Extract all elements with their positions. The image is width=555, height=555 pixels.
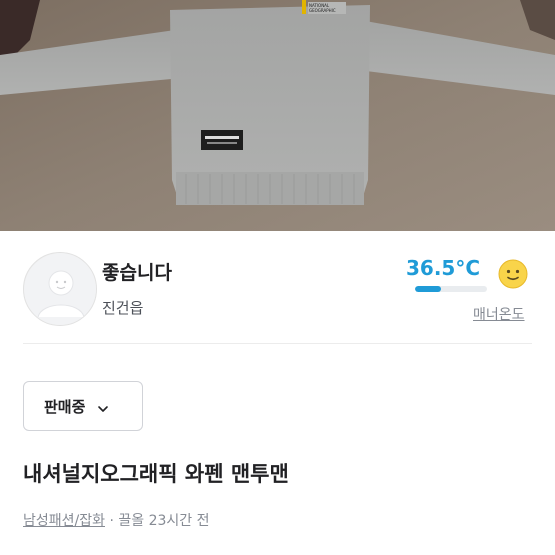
manner-temperature-fill [415, 286, 442, 292]
seller-avatar[interactable] [23, 252, 97, 326]
manner-temperature-bar [415, 286, 487, 292]
meta-separator: · [105, 513, 119, 529]
manner-temperature: 36.5°C [406, 256, 481, 280]
manner-temperature-link[interactable]: 매너온도 [473, 304, 525, 324]
chevron-down-icon [97, 400, 109, 412]
sale-status-label: 판매중 [44, 397, 86, 416]
smiley-icon [497, 258, 529, 290]
sale-status-select[interactable]: 판매중 [23, 381, 143, 431]
product-photo[interactable]: NATIONAL GEOGRAPHIC [0, 0, 555, 231]
category-link[interactable]: 남성패션/잡화 [23, 513, 105, 529]
post-meta: 남성패션/잡화 · 끌올 23시간 전 [23, 510, 209, 530]
seller-name[interactable]: 좋습니다 [102, 258, 172, 285]
default-profile-icon [24, 253, 96, 325]
divider [23, 343, 532, 344]
post-time: 끌올 23시간 전 [118, 513, 210, 529]
seller-location: 진건읍 [102, 299, 144, 317]
post-title: 내셔널지오그래픽 와펜 맨투맨 [23, 462, 289, 486]
svg-text:GEOGRAPHIC: GEOGRAPHIC [309, 8, 336, 13]
product-photo-image: NATIONAL GEOGRAPHIC [0, 0, 555, 231]
